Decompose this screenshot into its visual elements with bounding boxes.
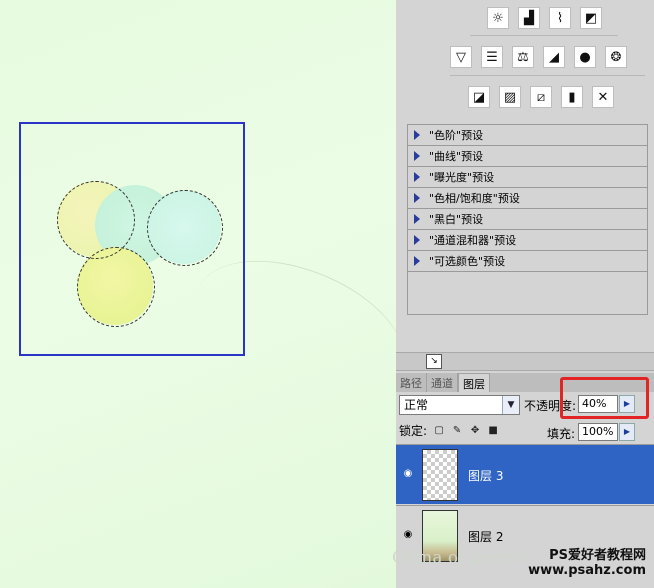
adjustment-presets-list: "色阶"预设 "曲线"预设 "曝光度"预设 "色相/饱和度"预设 "黑白"预设 …: [407, 124, 648, 315]
layer-name: 图层 2: [468, 530, 504, 544]
preset-curves[interactable]: "曲线"预设: [408, 146, 647, 167]
exposure-icon[interactable]: ◩: [580, 7, 602, 29]
chevron-down-icon[interactable]: ▼: [502, 396, 519, 414]
lock-move-icon[interactable]: ✥: [469, 425, 481, 437]
preset-channel-mixer[interactable]: "通道混和器"预设: [408, 230, 647, 251]
adjustment-icons-row-1: ☼ ▟ ⌇ ◩: [487, 7, 602, 29]
layer-thumbnail: [422, 449, 458, 501]
clip-to-layer-icon[interactable]: ↘: [426, 354, 442, 369]
curves-icon[interactable]: ⌇: [549, 7, 571, 29]
lock-all-icon[interactable]: ■: [487, 425, 499, 437]
lock-label: 锁定:: [399, 424, 428, 438]
preset-exposure[interactable]: "曝光度"预设: [408, 167, 647, 188]
highlight-box: [560, 377, 649, 419]
preset-levels[interactable]: "色阶"预设: [408, 125, 647, 146]
expand-triangle-icon: [414, 256, 420, 266]
expand-triangle-icon: [414, 172, 420, 182]
tab-paths[interactable]: 路径: [396, 373, 427, 392]
divider: [470, 35, 618, 36]
eye-icon[interactable]: ◉: [400, 467, 416, 481]
selection-rectangle: [19, 122, 245, 356]
lock-brush-icon[interactable]: ✎: [451, 425, 463, 437]
posterize-icon[interactable]: ▨: [499, 86, 521, 108]
fill-slider-button[interactable]: ▶: [619, 423, 635, 441]
expand-triangle-icon: [414, 214, 420, 224]
preset-selective-color[interactable]: "可选颜色"预设: [408, 251, 647, 272]
expand-triangle-icon: [414, 130, 420, 140]
gradient-map-icon[interactable]: ▮: [561, 86, 583, 108]
threshold-icon[interactable]: ⧄: [530, 86, 552, 108]
eye-icon[interactable]: ◉: [400, 528, 416, 542]
tab-layers[interactable]: 图层: [458, 373, 490, 392]
black-white-icon[interactable]: ◢: [543, 46, 565, 68]
selective-color-icon[interactable]: ✕: [592, 86, 614, 108]
tab-channels[interactable]: 通道: [427, 373, 458, 392]
layer-row-selected[interactable]: ◉ 图层 3: [396, 444, 654, 504]
brightness-icon[interactable]: ☼: [487, 7, 509, 29]
photo-filter-icon[interactable]: ●: [574, 46, 596, 68]
preset-black-white[interactable]: "黑白"预设: [408, 209, 647, 230]
site-watermark: PS爱好者教程网 www.psahz.com: [528, 548, 646, 578]
fill-label: 填充:: [547, 427, 576, 441]
document-canvas[interactable]: [0, 0, 396, 588]
lock-transparent-icon[interactable]: ▢: [433, 425, 445, 437]
divider: [450, 75, 645, 76]
preset-hue-saturation[interactable]: "色相/饱和度"预设: [408, 188, 647, 209]
expand-triangle-icon: [414, 235, 420, 245]
adjustments-footer: ↘: [396, 352, 654, 371]
color-balance-icon[interactable]: ⚖: [512, 46, 534, 68]
fill-input[interactable]: 100%: [578, 423, 618, 441]
layer-name: 图层 3: [468, 469, 504, 483]
watermark-text: China of pure c: [392, 548, 525, 568]
levels-icon[interactable]: ▟: [518, 7, 540, 29]
adjustment-icons-row-3: ◪ ▨ ⧄ ▮ ✕: [468, 86, 614, 108]
adjustment-icons-row-2: ▽ ☰ ⚖ ◢ ● ❂: [450, 46, 627, 68]
site-name: PS爱好者教程网: [549, 548, 646, 563]
vibrance-icon[interactable]: ▽: [450, 46, 472, 68]
invert-icon[interactable]: ◪: [468, 86, 490, 108]
blend-mode-select[interactable]: 正常 ▼: [399, 395, 520, 415]
hue-saturation-icon[interactable]: ☰: [481, 46, 503, 68]
channel-mixer-icon[interactable]: ❂: [605, 46, 627, 68]
site-url: www.psahz.com: [528, 563, 646, 578]
expand-triangle-icon: [414, 193, 420, 203]
expand-triangle-icon: [414, 151, 420, 161]
lock-row: 锁定: ▢ ✎ ✥ ■: [399, 422, 499, 439]
